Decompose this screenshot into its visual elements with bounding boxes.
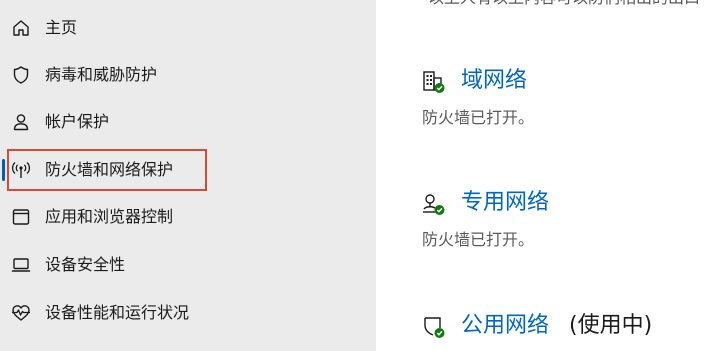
- private-network-status: 防火墙已打开。: [422, 230, 535, 249]
- domain-network-icon: [422, 70, 446, 94]
- private-network-link[interactable]: 专用网络: [461, 189, 549, 217]
- sidebar-item-label: 应用和浏览器控制: [45, 207, 174, 226]
- main-content: 以上人有以上内容可以防们相出的出口 域网络 防火墙已打开。: [376, 0, 728, 351]
- shield-icon: [11, 65, 31, 85]
- domain-network-link[interactable]: 域网络: [461, 67, 527, 95]
- sidebar-item-home[interactable]: 主页: [0, 8, 376, 48]
- domain-network-status: 防火墙已打开。: [422, 108, 535, 127]
- sidebar-item-label: 设备安全性: [45, 255, 126, 274]
- home-icon: [11, 18, 31, 38]
- person-icon: [11, 112, 31, 132]
- truncated-description: 以上人有以上内容可以防们相出的出口: [428, 0, 700, 8]
- sidebar-item-label: 帐户保护: [45, 112, 110, 131]
- sidebar-item-device-security[interactable]: 设备安全性: [0, 245, 376, 285]
- security-window: 主页 病毒和威胁防护 帐户保护 防火墙和网络保护 应用和浏览器控制 设备安全性 …: [0, 0, 728, 351]
- sidebar: 主页 病毒和威胁防护 帐户保护 防火墙和网络保护 应用和浏览器控制 设备安全性 …: [0, 0, 376, 351]
- sidebar-item-account-protection[interactable]: 帐户保护: [0, 102, 376, 142]
- sidebar-item-label: 病毒和威胁防护: [45, 65, 158, 84]
- sidebar-item-device-performance[interactable]: 设备性能和运行状况: [0, 293, 376, 333]
- app-window-icon: [11, 207, 31, 227]
- sidebar-item-label: 设备性能和运行状况: [45, 303, 190, 322]
- heart-pulse-icon: [11, 303, 31, 323]
- public-network-link[interactable]: 公用网络: [461, 312, 549, 340]
- sidebar-item-app-browser-control[interactable]: 应用和浏览器控制: [0, 197, 376, 237]
- sidebar-item-virus-protection[interactable]: 病毒和威胁防护: [0, 55, 376, 95]
- sidebar-item-label: 主页: [45, 18, 78, 37]
- highlight-annotation: [7, 149, 207, 191]
- private-network-icon: [422, 192, 446, 216]
- laptop-icon: [11, 255, 31, 275]
- public-network-in-use: (使用中): [569, 313, 653, 338]
- public-network-icon: [422, 315, 446, 339]
